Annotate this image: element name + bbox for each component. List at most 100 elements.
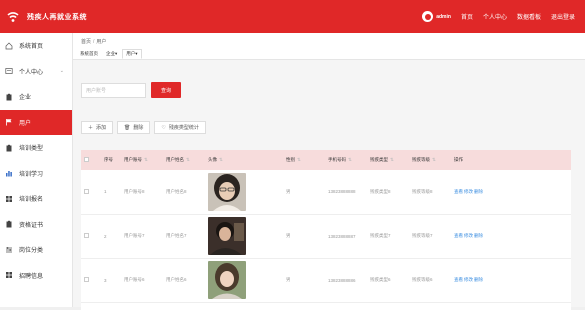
sort-icon: ⇅ (297, 157, 301, 162)
cell-disability-type: 残疾类型8 (367, 170, 409, 215)
content-area: 用户账号 查询 ＋添加 🗑 删除 ♡ 残疾类型统计 序号 用户账号 ⇅ 用户姓名… (73, 60, 585, 310)
chevron-down-icon: ⌄ (59, 68, 64, 75)
row-checkbox[interactable] (84, 233, 89, 238)
cell-name: 用户姓名7 (163, 214, 205, 259)
breadcrumb-home[interactable]: 首页 (81, 39, 91, 45)
action-bar: ＋添加 🗑 删除 ♡ 残疾类型统计 (81, 121, 206, 134)
user-icon (5, 67, 13, 75)
cell-account: 用户账号8 (121, 170, 163, 215)
clipboard-icon (5, 144, 13, 152)
clipboard-icon (5, 220, 13, 228)
tab-enterprise[interactable]: 企业 ▾ (103, 49, 120, 59)
search-input[interactable]: 用户账号 (81, 83, 146, 98)
cell-account: 用户账号7 (121, 214, 163, 259)
system-title: 残疾人再就业系统 (27, 13, 87, 21)
delete-link[interactable]: 删除 (474, 277, 483, 282)
stats-button[interactable]: ♡ 残疾类型统计 (154, 121, 206, 134)
sliders-icon (5, 246, 13, 254)
col-account[interactable]: 用户账号 ⇅ (121, 150, 163, 170)
cell-gender: 男 (283, 214, 325, 259)
col-gender[interactable]: 性别 ⇅ (283, 150, 325, 170)
cell-phone: 13823888887 (325, 214, 367, 259)
view-link[interactable]: 查看 (454, 189, 463, 194)
cell-index: 1 (101, 170, 121, 215)
tab-users[interactable]: 用户 ▾ (122, 49, 142, 59)
sort-icon: ⇅ (432, 157, 436, 162)
bar-chart-icon (5, 169, 13, 177)
cell-avatar (205, 258, 283, 303)
col-disability-type[interactable]: 残疾类型 ⇅ (367, 150, 409, 170)
sidebar-item-users[interactable]: 用户 (0, 109, 72, 135)
sidebar-item-training-signup[interactable]: 培训报名 (0, 186, 72, 212)
nav-profile-link[interactable]: 个人中心 (483, 12, 507, 21)
grid-icon (5, 271, 13, 279)
avatar-image[interactable] (208, 217, 246, 255)
heart-icon: ♡ (161, 124, 166, 131)
select-all-checkbox[interactable] (84, 157, 89, 162)
cell-disability-type: 残疾类型7 (367, 214, 409, 259)
admin-avatar-icon (422, 11, 434, 22)
flag-icon (5, 118, 13, 126)
row-checkbox[interactable] (84, 277, 89, 282)
delete-button[interactable]: 🗑 删除 (117, 121, 151, 134)
sidebar-item-recruitment[interactable]: 招聘信息 (0, 263, 72, 289)
delete-link[interactable]: 删除 (474, 233, 483, 238)
tab-bar: 系统首页 企业 ▾ 用户 ▾ (73, 48, 585, 60)
cell-phone: 13823888888 (325, 170, 367, 215)
col-disability-level[interactable]: 残疾等级 ⇅ (409, 150, 451, 170)
cell-disability-type: 残疾类型6 (367, 258, 409, 303)
sidebar-item-certificates[interactable]: 资格证书 (0, 212, 72, 238)
delete-link[interactable]: 删除 (474, 189, 483, 194)
col-phone[interactable]: 手机号码 ⇅ (325, 150, 367, 170)
cell-name: 用户姓名8 (163, 170, 205, 215)
nav-dashboard-link[interactable]: 数据看板 (517, 12, 541, 21)
view-link[interactable]: 查看 (454, 233, 463, 238)
col-avatar[interactable]: 头像 ⇅ (205, 150, 283, 170)
cell-account: 用户账号6 (121, 258, 163, 303)
sidebar-item-label: 招聘信息 (19, 273, 44, 280)
row-checkbox[interactable] (84, 188, 89, 194)
view-link[interactable]: 查看 (454, 277, 463, 282)
breadcrumb: 首页 / 用户 (81, 39, 107, 45)
nav-home-link[interactable]: 首页 (461, 12, 473, 21)
cell-gender: 男 (283, 170, 325, 215)
edit-link[interactable]: 修改 (464, 233, 473, 238)
sidebar-item-label: 岗位分类 (19, 248, 44, 255)
cell-avatar (205, 170, 283, 215)
cell-disability-level: 残疾等级8 (409, 170, 451, 215)
home-icon (5, 42, 13, 50)
cell-disability-level: 残疾等级6 (409, 258, 451, 303)
sidebar-item-job-category[interactable]: 岗位分类 (0, 237, 72, 263)
nav-logout-link[interactable]: 退出登录 (551, 12, 575, 21)
cell-actions: 查看修改删除 (451, 258, 571, 303)
table-row: 1 用户账号8 用户姓名8 男 13823888888 残疾类型8 残疾等级8 … (81, 170, 571, 215)
cell-index: 3 (101, 258, 121, 303)
sidebar-item-enterprise[interactable]: 企业 (0, 84, 72, 110)
avatar-image[interactable] (208, 172, 246, 211)
cell-gender: 男 (283, 258, 325, 303)
sort-icon: ⇅ (186, 157, 190, 162)
avatar-image[interactable] (208, 261, 246, 299)
plus-icon: ＋ (88, 125, 94, 131)
sidebar-item-home[interactable]: 系统首页 (0, 33, 72, 59)
search-button[interactable]: 查询 (151, 82, 181, 98)
top-bar: 残疾人再就业系统 admin 首页 个人中心 数据看板 退出登录 (0, 0, 585, 33)
edit-link[interactable]: 修改 (464, 189, 473, 194)
grid-icon (5, 195, 13, 203)
sidebar-item-training-study[interactable]: 培训学习 (0, 161, 72, 187)
sidebar-item-training-type[interactable]: 培训类型 (0, 135, 72, 161)
sidebar-item-label: 资格证书 (19, 222, 44, 229)
sort-icon: ⇅ (144, 157, 148, 162)
cell-disability-level: 残疾等级7 (409, 214, 451, 259)
col-actions: 操作 (451, 150, 571, 170)
col-index: 序号 (101, 150, 121, 170)
logo-icon (5, 9, 21, 25)
sidebar-item-label: 个人中心 (19, 69, 44, 76)
tab-home[interactable]: 系统首页 (77, 49, 101, 59)
add-button[interactable]: ＋添加 (81, 121, 114, 134)
sidebar-item-label: 用户 (19, 120, 32, 127)
sort-icon: ⇅ (390, 157, 394, 162)
edit-link[interactable]: 修改 (464, 277, 473, 282)
col-name[interactable]: 用户姓名 ⇅ (163, 150, 205, 170)
sidebar-item-profile[interactable]: 个人中心 ⌄ (0, 59, 72, 85)
